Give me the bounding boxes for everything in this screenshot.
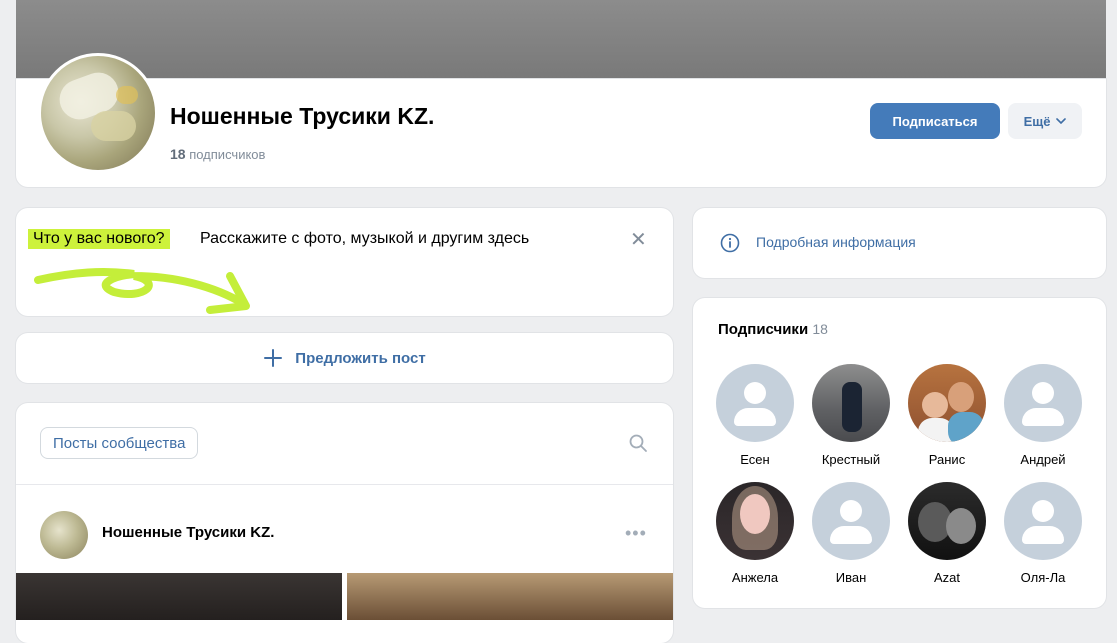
follower-name: Андрей	[1020, 452, 1066, 467]
follower-name: Анжела	[731, 570, 779, 585]
follower-item[interactable]: Анжела	[707, 482, 803, 585]
follower-item[interactable]: Андрей	[995, 364, 1091, 467]
info-icon	[720, 233, 740, 253]
default-avatar-icon	[812, 482, 890, 560]
new-post-prompt[interactable]: Расскажите с фото, музыкой и другим здес…	[200, 230, 529, 248]
follower-name: Иван	[835, 570, 867, 585]
close-icon[interactable]: ✕	[630, 230, 647, 250]
follower-name: Есен	[740, 452, 770, 467]
post-photo[interactable]	[347, 573, 673, 620]
follower-item[interactable]: Azat	[899, 482, 995, 585]
chevron-down-icon	[1056, 118, 1067, 124]
followers-title[interactable]: Подписчики 18	[718, 321, 828, 338]
follower-avatar	[716, 482, 794, 560]
subscribers-label: подписчиков	[189, 147, 266, 162]
suggest-post-label: Предложить пост	[295, 349, 426, 367]
search-icon[interactable]	[628, 433, 648, 453]
more-options-icon[interactable]: •••	[625, 523, 647, 544]
default-avatar-icon	[1004, 364, 1082, 442]
follower-item[interactable]: Есен	[707, 364, 803, 467]
default-avatar-icon	[1004, 482, 1082, 560]
follower-item[interactable]: Иван	[803, 482, 899, 585]
tab-community-posts[interactable]: Посты сообщества	[40, 427, 199, 459]
default-avatar-icon	[716, 364, 794, 442]
followers-count: 18	[812, 321, 828, 337]
follower-item[interactable]: Оля-Ла	[995, 482, 1091, 585]
follower-name: Azat	[933, 570, 960, 585]
group-avatar[interactable]	[38, 53, 158, 173]
subscribers-number: 18	[170, 146, 186, 162]
follower-avatar	[812, 364, 890, 442]
plus-icon	[264, 349, 283, 367]
more-button-label: Ещё	[1023, 113, 1051, 129]
follower-avatar	[908, 482, 986, 560]
follower-name: Крестный	[821, 452, 881, 467]
post-photo[interactable]	[16, 573, 342, 620]
follower-item[interactable]: Крестный	[803, 364, 899, 467]
more-button[interactable]: Ещё	[1008, 103, 1082, 139]
suggest-post-button[interactable]: Предложить пост	[16, 333, 673, 383]
post-author-avatar[interactable]	[40, 511, 88, 559]
more-info-link[interactable]: Подробная информация	[756, 234, 916, 250]
divider	[16, 484, 673, 485]
subscribers-count[interactable]: 18 подписчиков	[170, 146, 265, 162]
arrow-annotation-icon	[34, 268, 250, 314]
subscribe-button[interactable]: Подписаться	[870, 103, 1000, 139]
follower-name: Ранис	[928, 452, 966, 467]
group-title: Ношенные Трусики KZ.	[170, 103, 435, 129]
follower-name: Оля-Ла	[1020, 570, 1066, 585]
new-post-highlight: Что у вас нового?	[28, 229, 170, 249]
post-author-name[interactable]: Ношенные Трусики KZ.	[102, 524, 274, 541]
follower-item[interactable]: Ранис	[899, 364, 995, 467]
follower-avatar	[908, 364, 986, 442]
followers-title-label: Подписчики	[718, 321, 809, 338]
